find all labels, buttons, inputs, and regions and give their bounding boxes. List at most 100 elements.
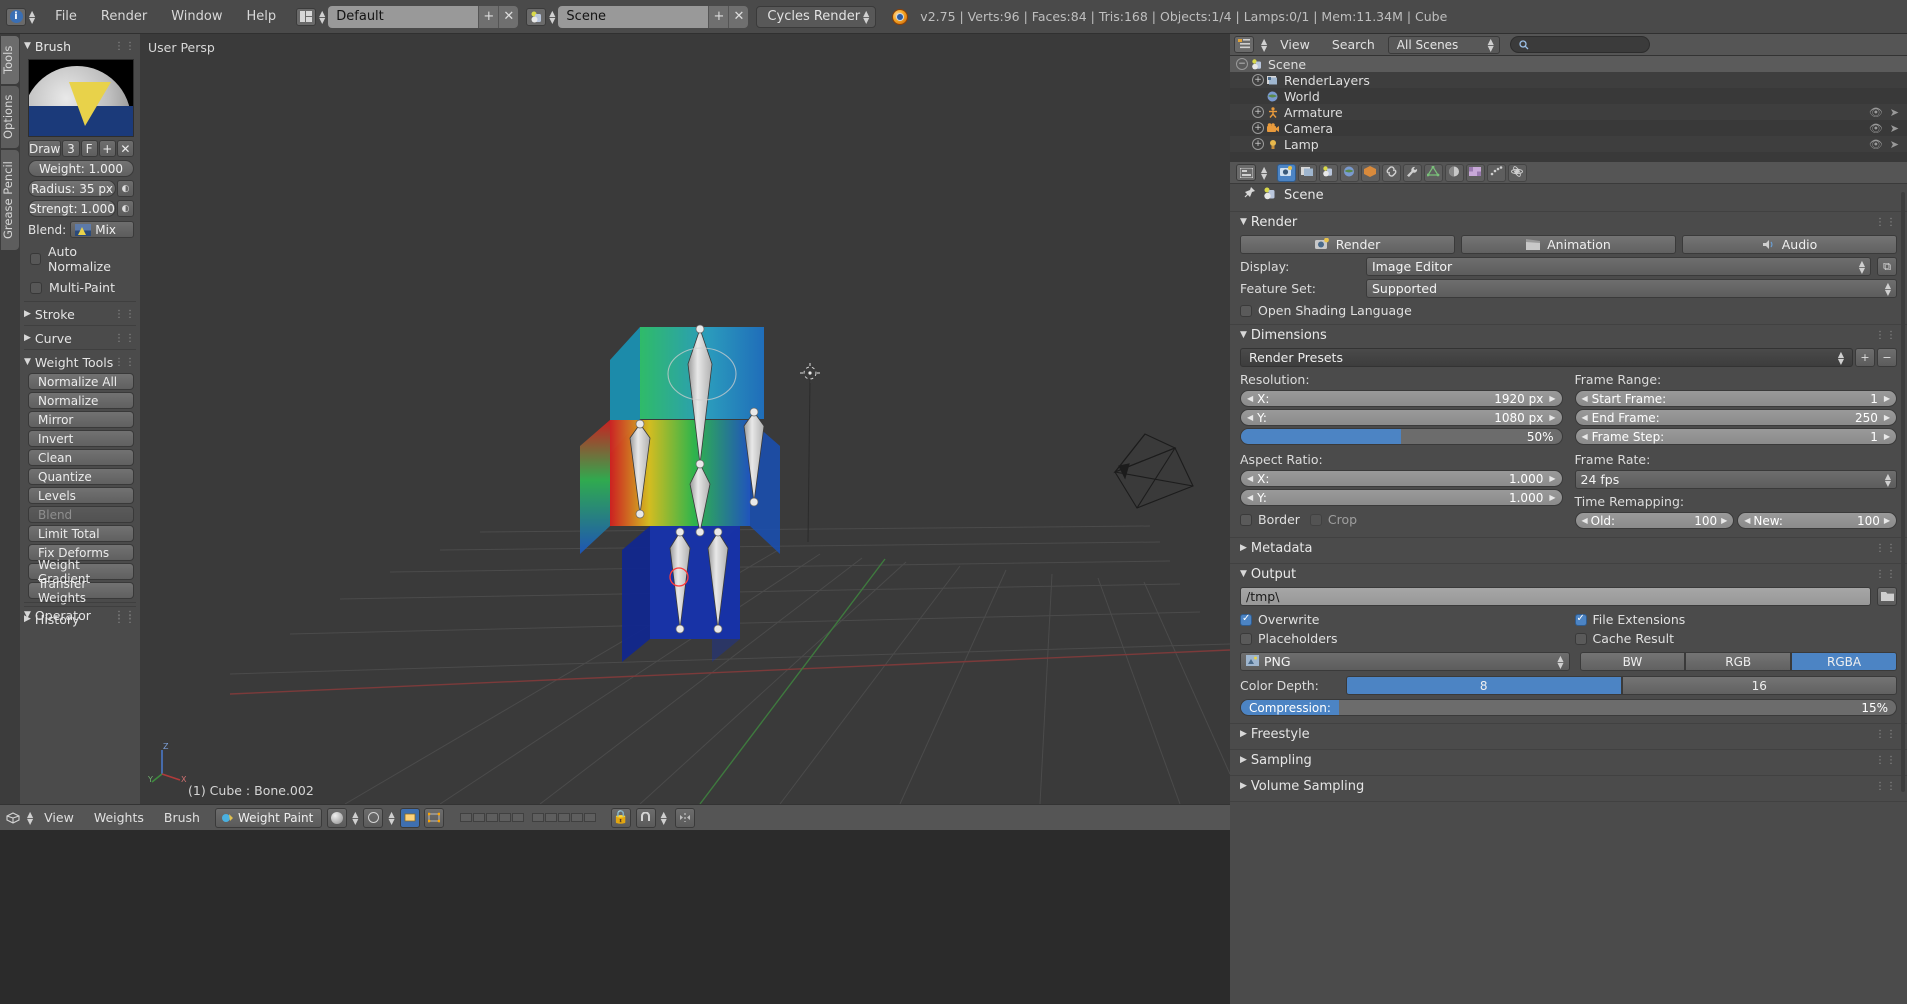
operator-panel-header[interactable]: ▼ Operator ⋮⋮ — [20, 606, 140, 624]
left-arrow-icon[interactable]: ◀ — [1744, 516, 1750, 525]
outliner-row-camera[interactable]: + Camera 👁 ➤ — [1230, 120, 1907, 136]
outliner-row-renderlayers[interactable]: + RenderLayers — [1230, 72, 1907, 88]
weight-slider[interactable]: Weight: 1.000 — [28, 160, 134, 177]
outliner-row-restrict-icons[interactable]: 👁 ➤ — [1869, 122, 1907, 135]
strength-pressure-icon[interactable]: ◐ — [117, 200, 134, 217]
new-remap-field[interactable]: ◀ New: 100 ▶ — [1737, 512, 1897, 529]
mirror-x-icon[interactable] — [674, 807, 695, 828]
expand-icon[interactable]: + — [1252, 122, 1264, 134]
properties-section-sampling[interactable]: ▶ Sampling ⋮⋮ — [1230, 750, 1907, 770]
properties-scrollbar[interactable] — [1901, 192, 1905, 792]
osl-row[interactable]: Open Shading Language — [1240, 303, 1897, 318]
editor-type-info-icon[interactable]: i — [6, 7, 26, 26]
viewport-menu-weights[interactable]: Weights — [85, 808, 153, 828]
end-frame-field[interactable]: ◀ End Frame: 250 ▶ — [1574, 409, 1897, 426]
blend-mode-dropdown[interactable]: Mix — [70, 221, 134, 238]
right-arrow-icon[interactable]: ▶ — [1884, 394, 1890, 403]
right-arrow-icon[interactable]: ▶ — [1884, 432, 1890, 441]
right-arrow-icon[interactable]: ▶ — [1884, 413, 1890, 422]
properties-tab-constraints[interactable] — [1382, 163, 1402, 182]
weight-tool-quantize-button[interactable]: Quantize — [28, 468, 134, 485]
properties-tab-particles[interactable] — [1487, 163, 1507, 182]
screen-layout-icon[interactable] — [296, 7, 317, 26]
animation-button[interactable]: Animation — [1461, 235, 1676, 254]
properties-tab-object[interactable] — [1361, 163, 1381, 182]
brush-name-field[interactable]: Draw — [28, 140, 62, 157]
properties-tab-render-layers[interactable] — [1298, 163, 1318, 182]
menu-help[interactable]: Help — [234, 6, 288, 28]
expand-icon[interactable]: + — [1252, 106, 1264, 118]
delete-scene-button[interactable]: ✕ — [728, 5, 749, 28]
cursor-icon[interactable]: ➤ — [1890, 106, 1899, 119]
feature-set-dropdown[interactable]: Supported ▲ ▼ — [1366, 279, 1897, 298]
viewport-menu-view[interactable]: View — [35, 808, 83, 828]
screen-layout-chevrons-icon[interactable]: ▲ ▼ — [319, 9, 325, 24]
collapse-icon[interactable]: − — [1236, 58, 1248, 70]
properties-editor-chevrons-icon[interactable]: ▲ ▼ — [1261, 165, 1267, 180]
audio-button[interactable]: Audio — [1682, 235, 1897, 254]
properties-tab-physics[interactable] — [1508, 163, 1528, 182]
auto-normalize-checkbox[interactable] — [30, 253, 41, 265]
compression-slider[interactable]: Compression: 15% — [1240, 699, 1897, 716]
3d-view-editor-icon[interactable] — [4, 809, 22, 827]
old-remap-field[interactable]: ◀ Old: 100 ▶ — [1574, 512, 1735, 529]
right-arrow-icon[interactable]: ▶ — [1549, 394, 1555, 403]
weight-tool-clean-button[interactable]: Clean — [28, 449, 134, 466]
color-mode-bw[interactable]: BW — [1579, 652, 1686, 671]
right-arrow-icon[interactable]: ▶ — [1721, 516, 1727, 525]
left-arrow-icon[interactable]: ◀ — [1582, 432, 1588, 441]
layer-box[interactable] — [459, 813, 472, 822]
layer-box[interactable] — [498, 813, 511, 822]
file-extensions-checkbox-row[interactable]: File Extensions — [1574, 612, 1898, 627]
weight-tool-mirror-button[interactable]: Mirror — [28, 411, 134, 428]
shading-chevrons-icon[interactable]: ▲ ▼ — [352, 810, 358, 825]
pin-icon[interactable] — [1242, 186, 1256, 204]
resolution-y-field[interactable]: ◀ Y: 1080 px ▶ — [1240, 409, 1563, 426]
brush-new-button[interactable]: + — [98, 140, 116, 157]
outliner-menu-view[interactable]: View — [1271, 35, 1319, 55]
render-button[interactable]: Render — [1240, 235, 1455, 254]
properties-tab-render[interactable] — [1277, 163, 1297, 182]
snap-chevrons-icon[interactable]: ▲ ▼ — [661, 810, 667, 825]
aspect-x-field[interactable]: ◀ X: 1.000 ▶ — [1240, 470, 1563, 487]
face-select-mask-icon[interactable] — [399, 807, 420, 828]
crop-checkbox[interactable] — [1309, 513, 1322, 526]
lock-icon[interactable]: 🔒 — [610, 807, 631, 828]
brush-panel-header[interactable]: ▼ Brush ⋮⋮ — [20, 37, 140, 55]
frame-step-field[interactable]: ◀ Frame Step: 1 ▶ — [1574, 428, 1897, 445]
new-screen-button[interactable]: + — [478, 5, 499, 28]
display-new-window-icon[interactable]: ⧉ — [1877, 257, 1897, 276]
display-dropdown[interactable]: Image Editor ▲ ▼ — [1366, 257, 1871, 276]
left-arrow-icon[interactable]: ◀ — [1582, 516, 1588, 525]
layer-box[interactable] — [583, 813, 596, 822]
cursor-icon[interactable]: ➤ — [1890, 138, 1899, 151]
aspect-y-field[interactable]: ◀ Y: 1.000 ▶ — [1240, 489, 1563, 506]
left-arrow-icon[interactable]: ◀ — [1247, 394, 1253, 403]
eye-icon[interactable]: 👁 — [1869, 122, 1883, 135]
left-arrow-icon[interactable]: ◀ — [1582, 394, 1588, 403]
resolution-x-field[interactable]: ◀ X: 1920 px ▶ — [1240, 390, 1563, 407]
color-depth-8[interactable]: 8 — [1346, 676, 1622, 695]
viewport-menu-brush[interactable]: Brush — [155, 808, 209, 828]
pivot-point-icon[interactable] — [363, 807, 384, 828]
dimensions-section-header[interactable]: ▼ Dimensions ⋮⋮ — [1230, 325, 1907, 345]
render-engine-dropdown[interactable]: Cycles Render ▲ ▼ — [756, 5, 877, 28]
weight-tool-normalize-button[interactable]: Normalize — [28, 392, 134, 409]
brush-fake-user-button[interactable]: F — [80, 140, 98, 157]
outliner-display-mode-dropdown[interactable]: All Scenes ▲ ▼ — [1387, 35, 1500, 54]
layer-box[interactable] — [485, 813, 498, 822]
outliner-editor-icon[interactable] — [1234, 36, 1254, 53]
left-arrow-icon[interactable]: ◀ — [1247, 474, 1253, 483]
viewport-shading-solid-icon[interactable] — [327, 807, 348, 828]
auto-normalize-row[interactable]: Auto Normalize — [30, 244, 134, 274]
properties-tab-scene[interactable] — [1319, 163, 1339, 182]
scene-chevrons-icon[interactable]: ▲ ▼ — [549, 9, 555, 24]
properties-tab-world[interactable] — [1340, 163, 1360, 182]
layer-box[interactable] — [531, 813, 544, 822]
3d-viewport[interactable]: User Persp (1) Cube : Bone.002 Z X Y — [140, 34, 1230, 804]
right-arrow-icon[interactable]: ▶ — [1884, 516, 1890, 525]
properties-tab-data[interactable] — [1424, 163, 1444, 182]
overwrite-checkbox[interactable] — [1240, 613, 1252, 626]
file-format-dropdown[interactable]: PNG ▲ ▼ — [1240, 652, 1570, 671]
outliner-row-world[interactable]: World — [1230, 88, 1907, 104]
